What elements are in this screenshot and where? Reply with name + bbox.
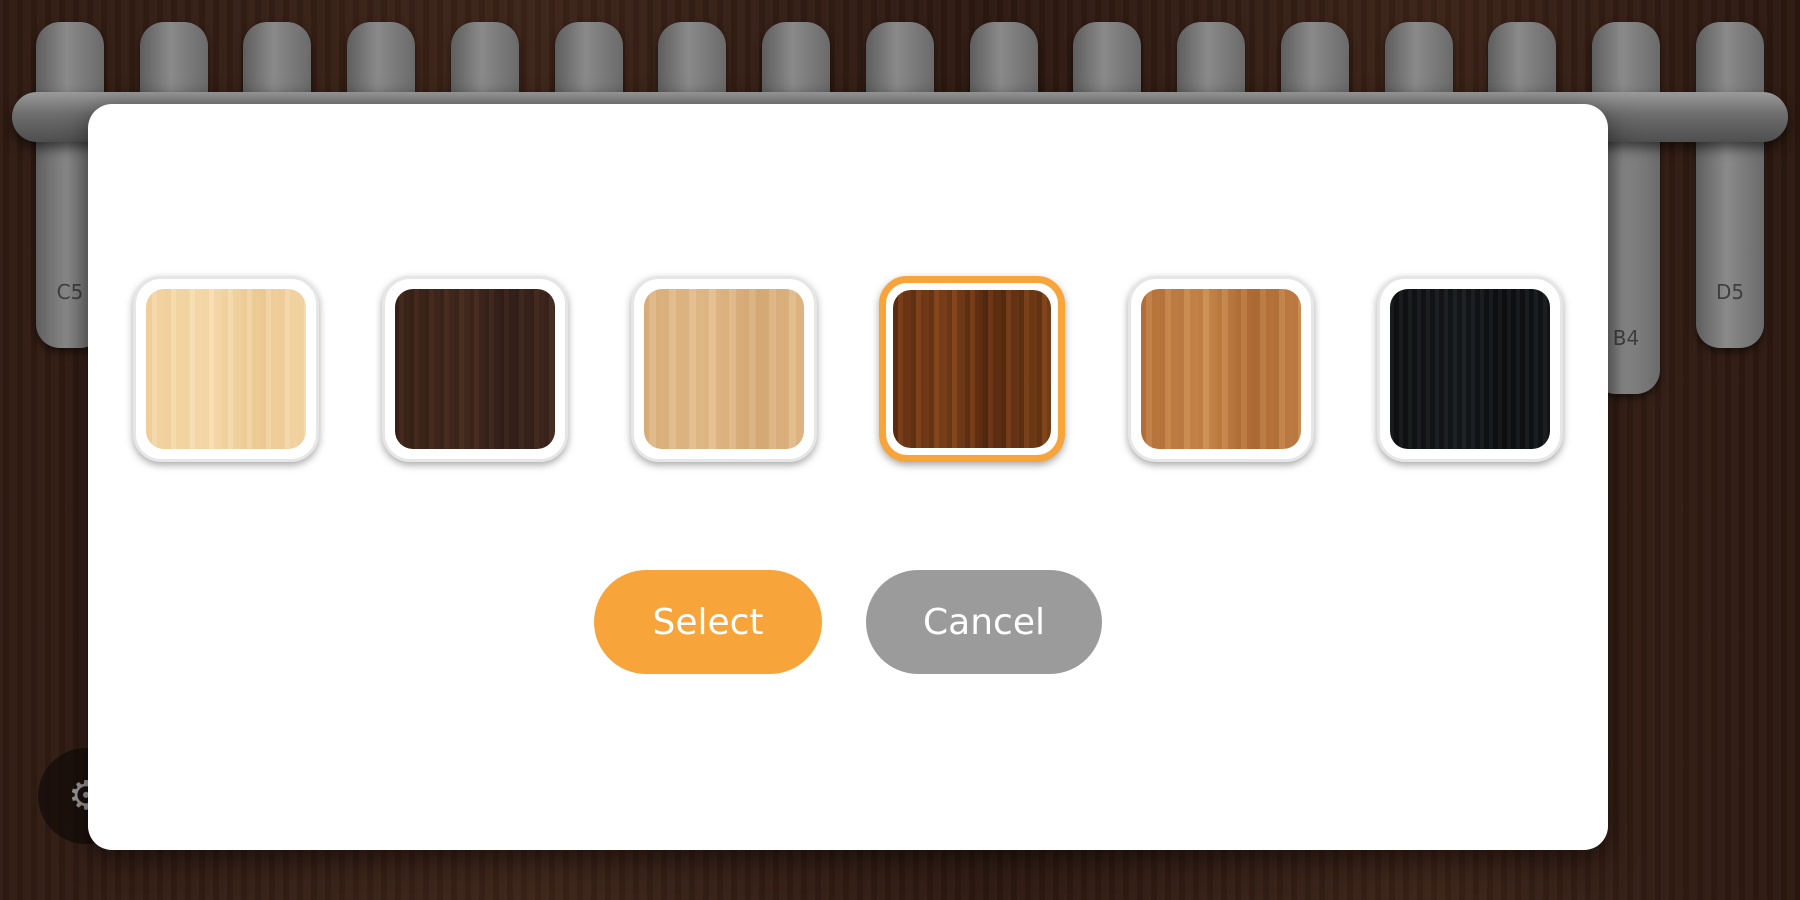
swatch-wood-dark-walnut[interactable] xyxy=(381,276,568,462)
cancel-button[interactable]: Cancel xyxy=(866,570,1102,674)
dialog-actions: Select Cancel xyxy=(88,570,1608,674)
wood-texture-ebony xyxy=(1389,289,1550,449)
wood-texture-teak xyxy=(1141,289,1302,449)
swatch-wood-rosewood-selected[interactable] xyxy=(879,276,1066,462)
swatch-wood-teak[interactable] xyxy=(1128,276,1315,462)
select-button[interactable]: Select xyxy=(594,570,822,674)
wood-theme-dialog: Select Cancel xyxy=(88,104,1608,850)
swatch-wood-ebony[interactable] xyxy=(1376,276,1563,462)
wood-texture-dark-walnut xyxy=(394,289,555,449)
swatch-wood-maple[interactable] xyxy=(133,276,319,462)
wood-swatch-list xyxy=(133,276,1563,462)
wood-texture-maple xyxy=(146,289,306,449)
wood-texture-ash xyxy=(643,289,804,449)
wood-texture-rosewood xyxy=(893,290,1052,448)
swatch-wood-ash[interactable] xyxy=(630,276,817,462)
modal-overlay: Select Cancel xyxy=(0,0,1800,900)
